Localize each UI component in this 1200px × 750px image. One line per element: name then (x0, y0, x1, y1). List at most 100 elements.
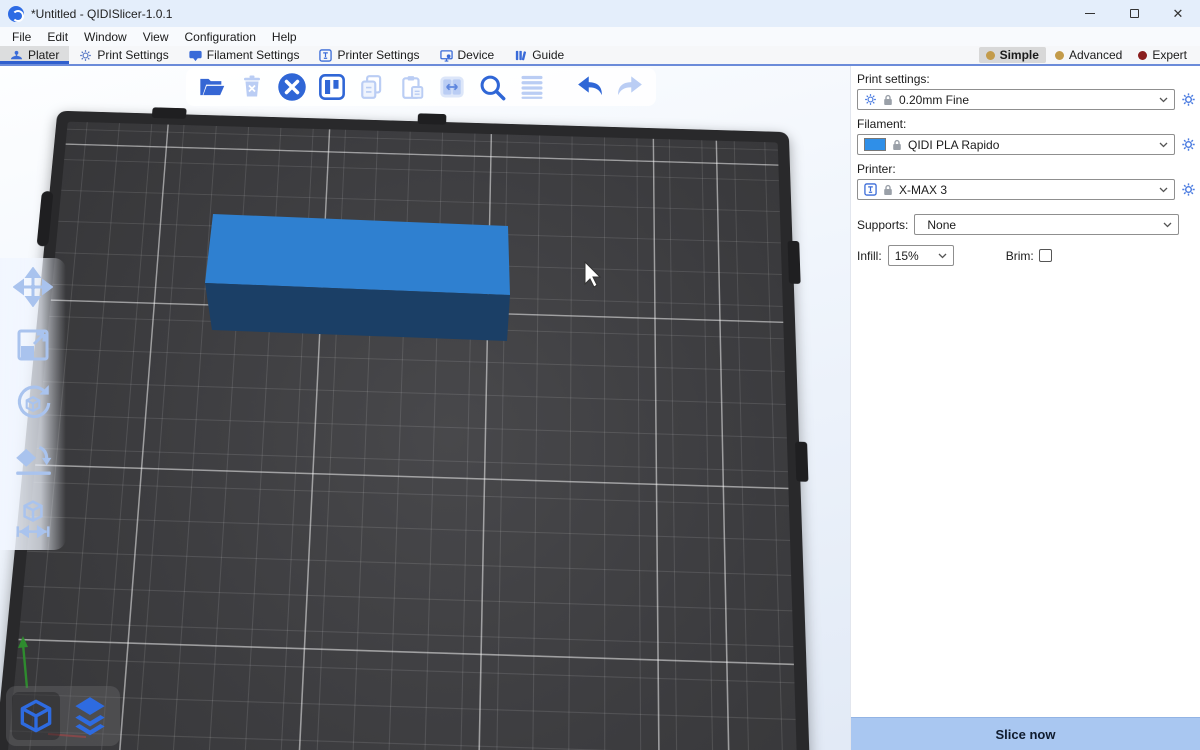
rotate-icon (12, 382, 54, 424)
layers-view-button[interactable] (66, 692, 114, 740)
device-icon (440, 49, 453, 62)
maximize-icon (1130, 9, 1139, 18)
minimize-button[interactable] (1068, 0, 1112, 27)
scale-icon (13, 325, 53, 365)
menu-help[interactable]: Help (264, 27, 305, 46)
arrange-button[interactable] (316, 71, 348, 103)
filament-label: Filament: (857, 117, 1196, 131)
window-title: *Untitled - QIDISlicer-1.0.1 (31, 7, 172, 21)
bed-clip (788, 241, 801, 284)
mode-advanced[interactable]: Advanced (1048, 47, 1129, 63)
tab-guide[interactable]: Guide (504, 46, 574, 64)
bed-clip (418, 113, 447, 124)
printer-gear-button[interactable] (1181, 182, 1196, 197)
brim-checkbox[interactable] (1039, 249, 1052, 262)
move-icon (13, 267, 53, 307)
mode-label: Expert (1152, 48, 1187, 62)
move-tool-button[interactable] (12, 266, 54, 308)
tab-plater[interactable]: Plater (0, 46, 69, 64)
supports-value: None (921, 218, 1157, 232)
print-settings-gear-button[interactable] (1181, 92, 1196, 107)
variable-layer-height-button[interactable] (516, 71, 548, 103)
minimize-icon (1085, 13, 1095, 14)
close-button[interactable]: ✕ (1156, 0, 1200, 27)
sidebar: Print settings: 0.20mm Fine Filament: (850, 66, 1200, 750)
bed-plate (0, 122, 802, 750)
scale-tool-button[interactable] (12, 324, 54, 366)
open-file-button[interactable] (196, 71, 228, 103)
chevron-down-icon (938, 253, 947, 259)
mode-label: Advanced (1069, 48, 1122, 62)
place-on-face-icon (12, 440, 54, 482)
menu-file[interactable]: File (4, 27, 39, 46)
close-icon: ✕ (1173, 7, 1184, 20)
mode-expert[interactable]: Expert (1131, 47, 1194, 63)
tab-print-settings[interactable]: Print Settings (69, 46, 178, 64)
print-settings-value: 0.20mm Fine (899, 93, 1153, 107)
chevron-down-icon (1163, 222, 1172, 228)
chevron-down-icon (1159, 97, 1168, 103)
3d-viewport[interactable] (0, 66, 850, 750)
print-settings-select[interactable]: 0.20mm Fine (857, 89, 1175, 110)
measure-icon (12, 498, 54, 540)
bed-clip (795, 442, 808, 482)
copy-button[interactable] (356, 71, 388, 103)
undo-button[interactable] (574, 71, 606, 103)
lock-icon (892, 139, 902, 151)
chevron-down-icon (1159, 142, 1168, 148)
gear-icon (864, 93, 877, 106)
menu-window[interactable]: Window (76, 27, 135, 46)
filament-icon (189, 49, 202, 62)
rotate-tool-button[interactable] (12, 382, 54, 424)
layers-view-icon (67, 695, 113, 737)
arrange-icon (318, 73, 346, 101)
delete-button[interactable] (236, 71, 268, 103)
mode-dot-expert (1138, 51, 1147, 60)
window-controls: ✕ (1068, 0, 1200, 27)
infill-select[interactable]: 15% (888, 245, 954, 266)
mode-simple[interactable]: Simple (979, 47, 1046, 63)
copy-icon (359, 74, 385, 100)
print-settings-label: Print settings: (857, 72, 1196, 86)
tab-filament-settings[interactable]: Filament Settings (179, 46, 310, 64)
bed-clip (37, 191, 54, 246)
redo-button[interactable] (614, 71, 646, 103)
menubar: File Edit Window View Configuration Help (0, 27, 1200, 46)
measure-tool-button[interactable] (12, 498, 54, 540)
titlebar: *Untitled - QIDISlicer-1.0.1 ✕ (0, 0, 1200, 27)
add-instance-button[interactable] (436, 71, 468, 103)
menu-edit[interactable]: Edit (39, 27, 76, 46)
guide-icon (514, 49, 527, 62)
tab-label: Guide (532, 48, 564, 62)
place-on-face-tool-button[interactable] (12, 440, 54, 482)
paste-button[interactable] (396, 71, 428, 103)
viewport-toolbar (186, 68, 656, 106)
tab-device[interactable]: Device (430, 46, 505, 64)
3d-view-button[interactable] (12, 692, 60, 740)
tab-printer-settings[interactable]: Printer Settings (309, 46, 429, 64)
tabbar: Plater Print Settings Filament Settings … (0, 46, 1200, 66)
sidebar-content: Print settings: 0.20mm Fine Filament: (851, 66, 1200, 717)
infill-value: 15% (895, 249, 932, 263)
lock-icon (883, 184, 893, 196)
printer-icon (319, 49, 332, 62)
mode-switcher: Simple Advanced Expert (979, 46, 1200, 64)
mode-dot-simple (986, 51, 995, 60)
printer-label: Printer: (857, 162, 1196, 176)
filament-value: QIDI PLA Rapido (908, 138, 1153, 152)
printer-select[interactable]: X-MAX 3 (857, 179, 1175, 200)
menu-view[interactable]: View (135, 27, 177, 46)
filament-gear-button[interactable] (1181, 137, 1196, 152)
supports-select[interactable]: None (914, 214, 1179, 235)
delete-all-button[interactable] (276, 71, 308, 103)
qidislicer-window: *Untitled - QIDISlicer-1.0.1 ✕ File Edit… (0, 0, 1200, 750)
gear-icon (79, 49, 92, 62)
maximize-button[interactable] (1112, 0, 1156, 27)
filament-select[interactable]: QIDI PLA Rapido (857, 134, 1175, 155)
menu-configuration[interactable]: Configuration (177, 27, 264, 46)
app-icon (8, 6, 24, 22)
search-button[interactable] (476, 71, 508, 103)
redo-icon (615, 72, 645, 102)
mode-dot-advanced (1055, 51, 1064, 60)
slice-now-button[interactable]: Slice now (851, 717, 1200, 750)
